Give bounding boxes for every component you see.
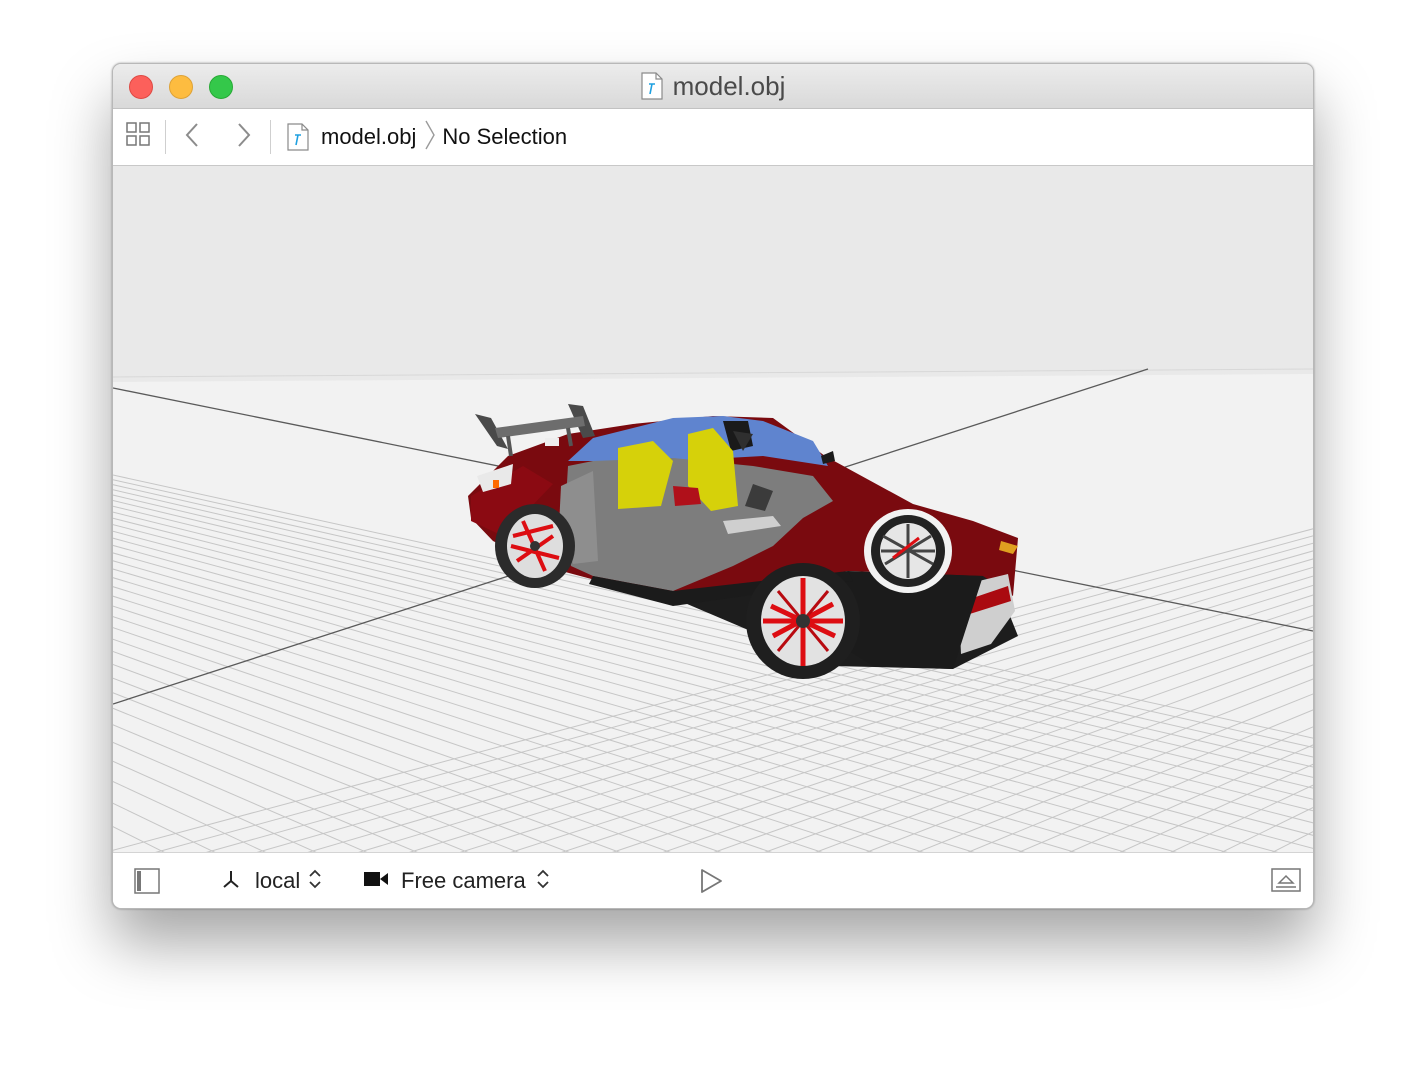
rear-wheel <box>495 504 575 588</box>
title-bar[interactable]: model.obj <box>113 64 1313 109</box>
play-icon <box>698 867 724 900</box>
car-model[interactable] <box>113 166 1313 852</box>
camera-popup[interactable]: Free camera <box>363 863 550 899</box>
breadcrumb-chevron-icon <box>424 120 436 155</box>
scene-editor-window: model.obj model.obj No Selection local F… <box>112 63 1314 909</box>
window-title: model.obj <box>672 70 786 101</box>
related-items-button[interactable] <box>113 109 165 165</box>
sidebar-toggle-button[interactable] <box>133 867 161 900</box>
front-far-wheel <box>864 509 952 593</box>
inspector-toggle-button[interactable] <box>1271 867 1301 898</box>
obj-file-icon <box>641 72 663 100</box>
inspector-toggle-icon <box>1271 867 1301 898</box>
back-button[interactable] <box>166 109 218 165</box>
axes-icon <box>221 869 241 894</box>
coordinate-space-value: local <box>255 868 301 893</box>
chevron-left-icon <box>184 122 200 153</box>
sidebar-toggle-icon <box>133 867 161 900</box>
camera-value: Free camera <box>401 868 526 893</box>
window-title-group: model.obj <box>113 71 1313 101</box>
forward-button[interactable] <box>218 109 270 165</box>
breadcrumb-selection[interactable]: No Selection <box>442 124 567 150</box>
scene-viewport[interactable] <box>113 166 1313 852</box>
play-button[interactable] <box>698 867 724 900</box>
chevron-right-icon <box>236 122 252 153</box>
coordinate-space-popup[interactable]: local <box>221 863 322 899</box>
breadcrumb-file[interactable]: model.obj <box>321 124 416 150</box>
video-camera-icon <box>363 870 389 893</box>
jump-bar: model.obj No Selection <box>113 109 1313 166</box>
breadcrumb: model.obj No Selection <box>287 120 567 155</box>
stepper-icon <box>536 868 550 895</box>
front-near-wheel <box>746 563 860 679</box>
obj-file-icon <box>287 123 309 151</box>
jump-bar-separator <box>270 120 271 154</box>
grid-icon <box>125 121 153 154</box>
scene-toolbar: local Free camera <box>113 852 1313 908</box>
stepper-icon <box>308 868 322 895</box>
